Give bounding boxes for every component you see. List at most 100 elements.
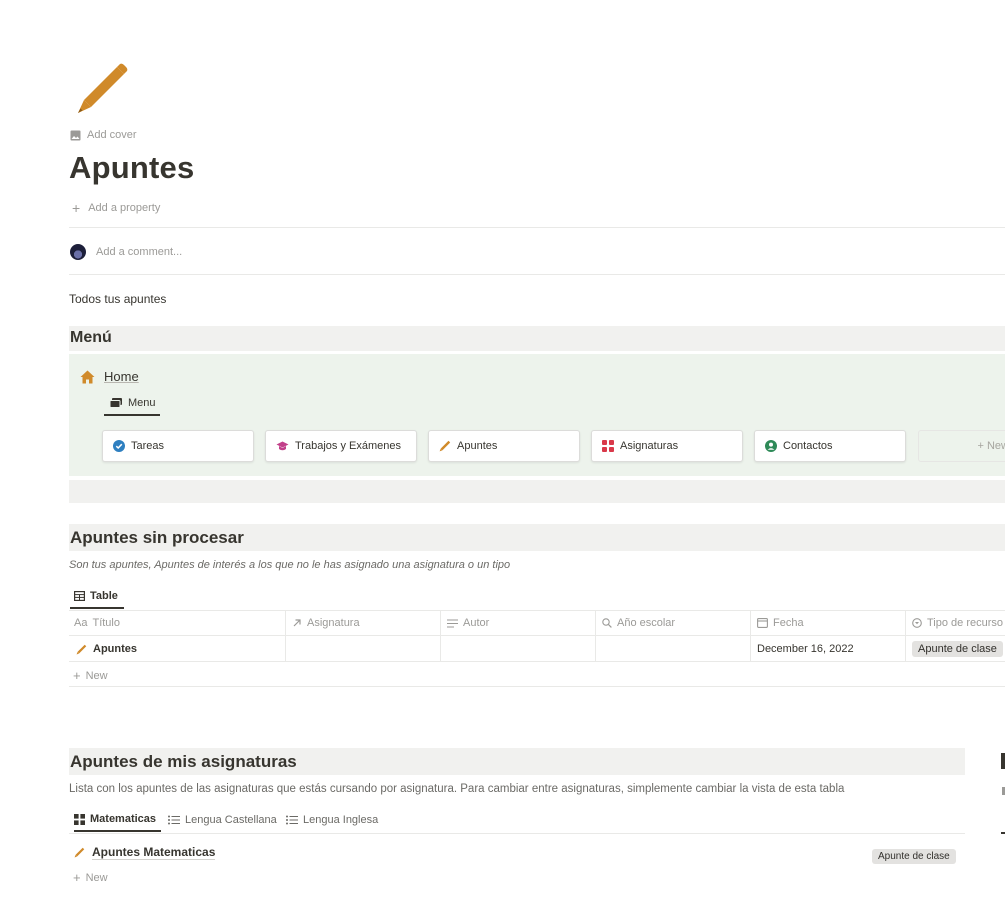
house-icon — [80, 370, 95, 384]
pencil-icon — [76, 644, 87, 655]
menu-card-apuntes[interactable]: Apuntes — [428, 430, 580, 462]
add-cover-label: Add cover — [87, 129, 137, 141]
menu-card-label: Trabajos y Exámenes — [295, 440, 401, 452]
table-cell-autor[interactable] — [441, 637, 595, 661]
check-circle-icon — [113, 440, 125, 452]
pencil-icon — [439, 440, 451, 452]
menu-card-contactos[interactable]: Contactos — [754, 430, 906, 462]
tab-lengua-castellana[interactable]: Lengua Castellana — [168, 808, 277, 832]
menu-card-label: Contactos — [783, 440, 833, 452]
column-header-titulo[interactable]: Aa Título — [68, 611, 285, 635]
menu-card-label: Asignaturas — [620, 440, 679, 452]
tab-table-label: Table — [90, 590, 118, 602]
unprocessed-heading-block: Apuntes sin procesar — [69, 524, 1005, 551]
menu-card-tareas[interactable]: Tareas — [102, 430, 254, 462]
clipped-tab-fragment — [1001, 832, 1005, 834]
pencil-icon — [74, 847, 85, 858]
subjects-subtitle: Lista con los apuntes de las asignaturas… — [69, 783, 845, 795]
column-header-label: Año escolar — [617, 617, 676, 629]
tab-lengua-inglesa[interactable]: Lengua Inglesa — [286, 808, 378, 832]
table-icon — [74, 591, 85, 601]
tab-menu-label: Menu — [128, 397, 156, 409]
column-header-label: Título — [92, 617, 120, 629]
tipo-tag: Apunte de clase — [912, 641, 1003, 657]
menu-heading: Menú — [70, 329, 112, 346]
column-header-label: Asignatura — [307, 617, 360, 629]
table-cell-asignatura[interactable] — [286, 637, 440, 661]
row-title: Apuntes — [93, 643, 137, 655]
divider — [69, 274, 1005, 275]
list-icon — [286, 815, 298, 825]
tab-matematicas[interactable]: Matematicas — [74, 808, 161, 832]
column-header-tipo[interactable]: Tipo de recurso — [906, 611, 1005, 635]
table-cell-fecha[interactable]: December 16, 2022 — [751, 637, 905, 661]
clipped-heading-fragment — [1001, 753, 1005, 769]
search-icon — [602, 618, 612, 628]
tab-menu[interactable]: Menu — [104, 392, 160, 416]
list-item-tag-wrapper: Apunte de clase — [872, 846, 956, 864]
graduation-cap-icon — [276, 441, 289, 452]
new-label: New — [85, 871, 108, 884]
grid-icon — [74, 813, 85, 825]
column-header-label: Autor — [463, 617, 490, 629]
column-header-fecha[interactable]: Fecha — [751, 611, 905, 635]
plus-icon: + — [73, 870, 81, 885]
column-header-label: Tipo de recurso — [927, 617, 1004, 629]
menu-heading-block: Menú — [69, 326, 1005, 351]
subjects-heading: Apuntes de mis asignaturas — [70, 752, 297, 771]
column-header-anio[interactable]: Año escolar — [596, 611, 750, 635]
menu-card-label: Tareas — [131, 440, 165, 452]
image-icon — [70, 130, 81, 141]
menu-new-label: + New — [977, 440, 1005, 452]
unprocessed-heading: Apuntes sin procesar — [70, 528, 244, 547]
add-cover-button[interactable]: Add cover — [70, 129, 137, 141]
calendar-icon — [757, 618, 768, 628]
column-header-asignatura[interactable]: Asignatura — [286, 611, 440, 635]
subjects-heading-block: Apuntes de mis asignaturas — [69, 748, 965, 775]
page-pencil-icon[interactable] — [72, 62, 128, 118]
add-property-button[interactable]: + Add a property — [72, 199, 161, 216]
tab-label: Lengua Inglesa — [303, 814, 379, 826]
text-type-icon: Aa — [74, 617, 88, 629]
avatar — [70, 244, 86, 260]
table-cell-tipo[interactable]: Apunte de clase — [906, 637, 1005, 661]
plus-icon: + — [72, 199, 81, 216]
tipo-tag: Apunte de clase — [872, 849, 956, 864]
divider — [69, 227, 1005, 228]
tab-label: Lengua Castellana — [185, 814, 277, 826]
list-top-border — [69, 833, 965, 834]
plus-icon: + — [73, 668, 81, 683]
add-property-label: Add a property — [88, 202, 161, 214]
select-circle-icon — [912, 618, 922, 628]
column-header-label: Fecha — [773, 617, 804, 629]
relation-arrow-icon — [292, 618, 302, 628]
table-new-row-button[interactable]: + New — [73, 668, 108, 683]
page-title[interactable]: Apuntes — [69, 150, 194, 186]
menu-card-trabajos[interactable]: Trabajos y Exámenes — [265, 430, 417, 462]
empty-heading-block — [69, 480, 1005, 503]
table-bottom-border — [69, 686, 1005, 687]
page-description: Todos tus apuntes — [69, 292, 167, 306]
list-item-title: Apuntes Matematicas — [92, 845, 216, 860]
menu-new-card-button[interactable]: + New — [918, 430, 1005, 462]
table-row-border — [69, 661, 1005, 662]
comment-row[interactable]: Add a comment... — [70, 244, 182, 260]
unprocessed-subtitle: Son tus apuntes, Apuntes de interés a lo… — [69, 559, 511, 571]
column-header-autor[interactable]: Autor — [441, 611, 595, 635]
grid-icon — [602, 440, 614, 452]
home-link-label: Home — [104, 369, 139, 384]
table-cell-anio[interactable] — [596, 637, 750, 661]
new-row-label: New — [85, 669, 108, 682]
list-new-button[interactable]: + New — [73, 870, 108, 885]
add-comment-input[interactable]: Add a comment... — [96, 246, 182, 258]
menu-card-asignaturas[interactable]: Asignaturas — [591, 430, 743, 462]
tab-table-view[interactable]: Table — [70, 585, 124, 609]
list-item[interactable]: Apuntes Matematicas — [74, 845, 216, 860]
list-icon — [168, 815, 180, 825]
home-link[interactable]: Home — [80, 369, 139, 384]
table-row-title-cell[interactable]: Apuntes — [70, 637, 285, 661]
window-icon — [110, 398, 122, 408]
tab-label: Matematicas — [90, 813, 157, 825]
person-circle-icon — [765, 440, 777, 452]
menu-card-label: Apuntes — [457, 440, 498, 452]
